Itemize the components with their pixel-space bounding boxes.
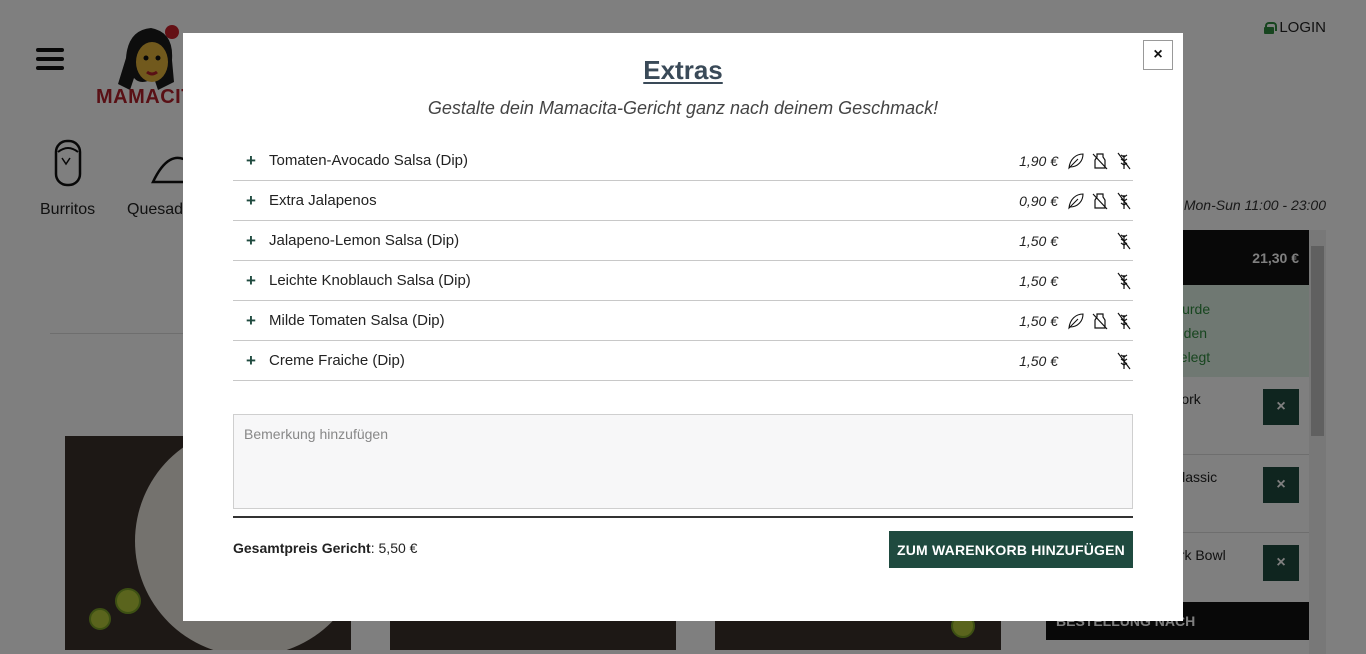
extra-price: 1,50 € bbox=[1019, 232, 1058, 249]
extra-name: Creme Fraiche (Dip) bbox=[269, 352, 405, 369]
divider bbox=[233, 516, 1133, 518]
extra-price: 1,50 € bbox=[1019, 272, 1058, 289]
extra-item[interactable]: + Tomaten-Avocado Salsa (Dip) 1,90 € bbox=[233, 141, 1133, 181]
extra-name: Tomaten-Avocado Salsa (Dip) bbox=[269, 152, 468, 169]
total-label: Gesamtpreis Gericht bbox=[233, 540, 371, 556]
extra-price: 1,50 € bbox=[1019, 312, 1058, 329]
add-extra-icon[interactable]: + bbox=[233, 191, 269, 211]
modal-subtitle: Gestalte dein Mamacita-Gericht ganz nach… bbox=[427, 98, 939, 118]
extras-modal: × Extras Gestalte dein Mamacita-Gericht … bbox=[183, 33, 1183, 621]
extra-name: Milde Tomaten Salsa (Dip) bbox=[269, 312, 445, 329]
gluten-free-icon bbox=[1115, 232, 1133, 250]
add-to-cart-button[interactable]: ZUM WARENKORB HINZUFÜGEN bbox=[889, 531, 1133, 568]
extras-list: + Tomaten-Avocado Salsa (Dip) 1,90 € + Extra… bbox=[233, 141, 1133, 381]
extra-item[interactable]: + Jalapeno-Lemon Salsa (Dip) 1,50 € bbox=[233, 221, 1133, 261]
extra-name: Extra Jalapenos bbox=[269, 192, 377, 209]
lactose-free-icon bbox=[1091, 152, 1109, 170]
modal-title: Extras bbox=[643, 55, 723, 85]
vegan-leaf-icon bbox=[1067, 152, 1085, 170]
add-extra-icon[interactable]: + bbox=[233, 231, 269, 251]
gluten-free-icon bbox=[1115, 152, 1133, 170]
gluten-free-icon bbox=[1115, 352, 1133, 370]
add-extra-icon[interactable]: + bbox=[233, 351, 269, 371]
vegan-leaf-icon bbox=[1067, 192, 1085, 210]
extra-item[interactable]: + Creme Fraiche (Dip) 1,50 € bbox=[233, 341, 1133, 381]
extra-price: 1,90 € bbox=[1019, 152, 1058, 169]
extra-item[interactable]: + Extra Jalapenos 0,90 € bbox=[233, 181, 1133, 221]
dish-total: Gesamtpreis Gericht: 5,50 € bbox=[233, 540, 417, 556]
vegan-leaf-icon bbox=[1067, 312, 1085, 330]
add-extra-icon[interactable]: + bbox=[233, 151, 269, 171]
total-value: : 5,50 € bbox=[370, 540, 418, 556]
extra-item[interactable]: + Leichte Knoblauch Salsa (Dip) 1,50 € bbox=[233, 261, 1133, 301]
gluten-free-icon bbox=[1115, 192, 1133, 210]
gluten-free-icon bbox=[1115, 312, 1133, 330]
extra-item[interactable]: + Milde Tomaten Salsa (Dip) 1,50 € bbox=[233, 301, 1133, 341]
lactose-free-icon bbox=[1091, 312, 1109, 330]
add-extra-icon[interactable]: + bbox=[233, 311, 269, 331]
extra-price: 0,90 € bbox=[1019, 192, 1058, 209]
extra-name: Leichte Knoblauch Salsa (Dip) bbox=[269, 272, 471, 289]
extra-name: Jalapeno-Lemon Salsa (Dip) bbox=[269, 232, 460, 249]
add-extra-icon[interactable]: + bbox=[233, 271, 269, 291]
extra-price: 1,50 € bbox=[1019, 352, 1058, 369]
remark-input[interactable] bbox=[233, 414, 1133, 509]
lactose-free-icon bbox=[1091, 192, 1109, 210]
gluten-free-icon bbox=[1115, 272, 1133, 290]
